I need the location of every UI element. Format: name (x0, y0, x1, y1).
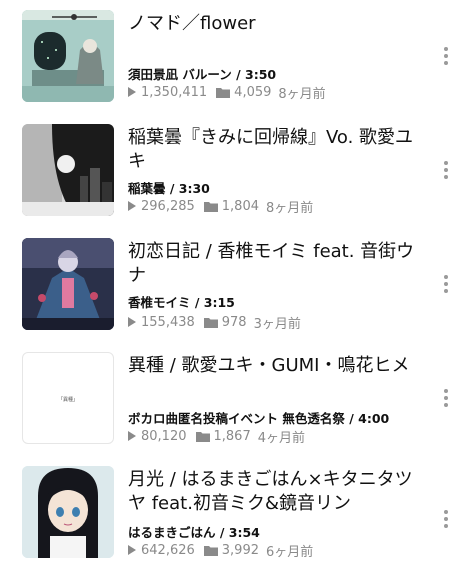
thumbnail-image (22, 466, 114, 558)
video-title[interactable]: 初恋日記 / 香椎モイミ feat. 音街ウナ (128, 240, 428, 288)
view-count: 80,120 (141, 428, 187, 444)
mylist-count: 1,804 (221, 198, 259, 214)
view-count: 296,285 (141, 198, 195, 214)
video-thumbnail[interactable]: 「異種」 (22, 352, 114, 444)
more-options-button[interactable] (436, 155, 456, 185)
video-thumbnail[interactable] (22, 238, 114, 330)
video-artist-duration: 稲葉曇 / 3:30 (128, 181, 210, 196)
mylist-count: 978 (221, 314, 247, 330)
play-count-icon (128, 545, 136, 555)
video-stats: 1,350,411 4,059 8ヶ月前 (128, 82, 428, 102)
folder-icon (203, 545, 218, 556)
play-count-icon (128, 317, 136, 327)
more-options-button[interactable] (436, 41, 456, 71)
play-count-icon (128, 431, 136, 441)
video-stats: 296,285 1,804 8ヶ月前 (128, 196, 428, 216)
folder-icon (195, 431, 210, 442)
video-artist-duration: 須田景凪 バルーン / 3:50 (128, 67, 277, 82)
more-icon (444, 389, 448, 393)
posted-ago: 8ヶ月前 (278, 86, 326, 102)
posted-ago: 4ヶ月前 (257, 430, 305, 446)
thumbnail-image (22, 124, 114, 216)
video-thumbnail[interactable] (22, 466, 114, 558)
thumbnail-image (22, 238, 114, 330)
list-item[interactable]: 稲葉曇『きみに回帰線』Vo. 歌愛ユキ 稲葉曇 / 3:30 296,285 1… (0, 114, 474, 228)
play-count-icon (128, 87, 136, 97)
folder-icon (203, 201, 218, 212)
mylist-count: 1,867 (213, 428, 251, 444)
video-list: ノマド／flower 須田景凪 バルーン / 3:50 1,350,411 4,… (0, 0, 474, 567)
thumbnail-image (22, 10, 114, 102)
video-artist-duration: ボカロ曲匿名投稿イベント 無色透名祭 / 4:00 (128, 411, 390, 426)
list-item[interactable]: 「異種」 異種 / 歌愛ユキ・GUMI・鳴花ヒメ ボカロ曲匿名投稿イベント 無色… (0, 342, 474, 456)
mylist-count: 4,059 (234, 84, 272, 100)
video-stats: 642,626 3,992 6ヶ月前 (128, 540, 428, 560)
video-title[interactable]: 稲葉曇『きみに回帰線』Vo. 歌愛ユキ (128, 126, 428, 174)
video-title[interactable]: 異種 / 歌愛ユキ・GUMI・鳴花ヒメ (128, 354, 428, 378)
video-thumbnail[interactable] (22, 124, 114, 216)
folder-icon (216, 87, 231, 98)
play-count-icon (128, 201, 136, 211)
folder-icon (203, 317, 218, 328)
video-stats: 80,120 1,867 4ヶ月前 (128, 426, 428, 446)
more-icon (444, 47, 448, 51)
list-item[interactable]: ノマド／flower 須田景凪 バルーン / 3:50 1,350,411 4,… (0, 0, 474, 114)
posted-ago: 6ヶ月前 (265, 544, 314, 560)
view-count: 642,626 (141, 542, 195, 558)
view-count: 1,350,411 (141, 84, 208, 100)
posted-ago: 3ヶ月前 (253, 316, 301, 332)
list-item[interactable]: 初恋日記 / 香椎モイミ feat. 音街ウナ 香椎モイミ / 3:15 155… (0, 228, 474, 342)
more-options-button[interactable] (436, 383, 456, 413)
more-icon (444, 510, 448, 514)
list-item[interactable]: 月光 / はるまきごはん×キタニタツヤ feat.初音ミク&鏡音リン はるまきご… (0, 456, 474, 570)
video-artist-duration: 香椎モイミ / 3:15 (128, 295, 235, 310)
video-title[interactable]: ノマド／flower (128, 12, 428, 36)
video-stats: 155,438 978 3ヶ月前 (128, 312, 428, 332)
more-options-button[interactable] (436, 504, 456, 534)
thumbnail-text: 「異種」 (57, 397, 78, 403)
view-count: 155,438 (141, 314, 195, 330)
video-artist-duration: はるまきごはん / 3:54 (128, 525, 260, 540)
posted-ago: 8ヶ月前 (265, 200, 314, 216)
more-options-button[interactable] (436, 269, 456, 299)
video-title[interactable]: 月光 / はるまきごはん×キタニタツヤ feat.初音ミク&鏡音リン (128, 468, 428, 516)
video-thumbnail[interactable] (22, 10, 114, 102)
more-icon (444, 275, 448, 279)
mylist-count: 3,992 (221, 542, 259, 558)
more-icon (444, 161, 448, 165)
